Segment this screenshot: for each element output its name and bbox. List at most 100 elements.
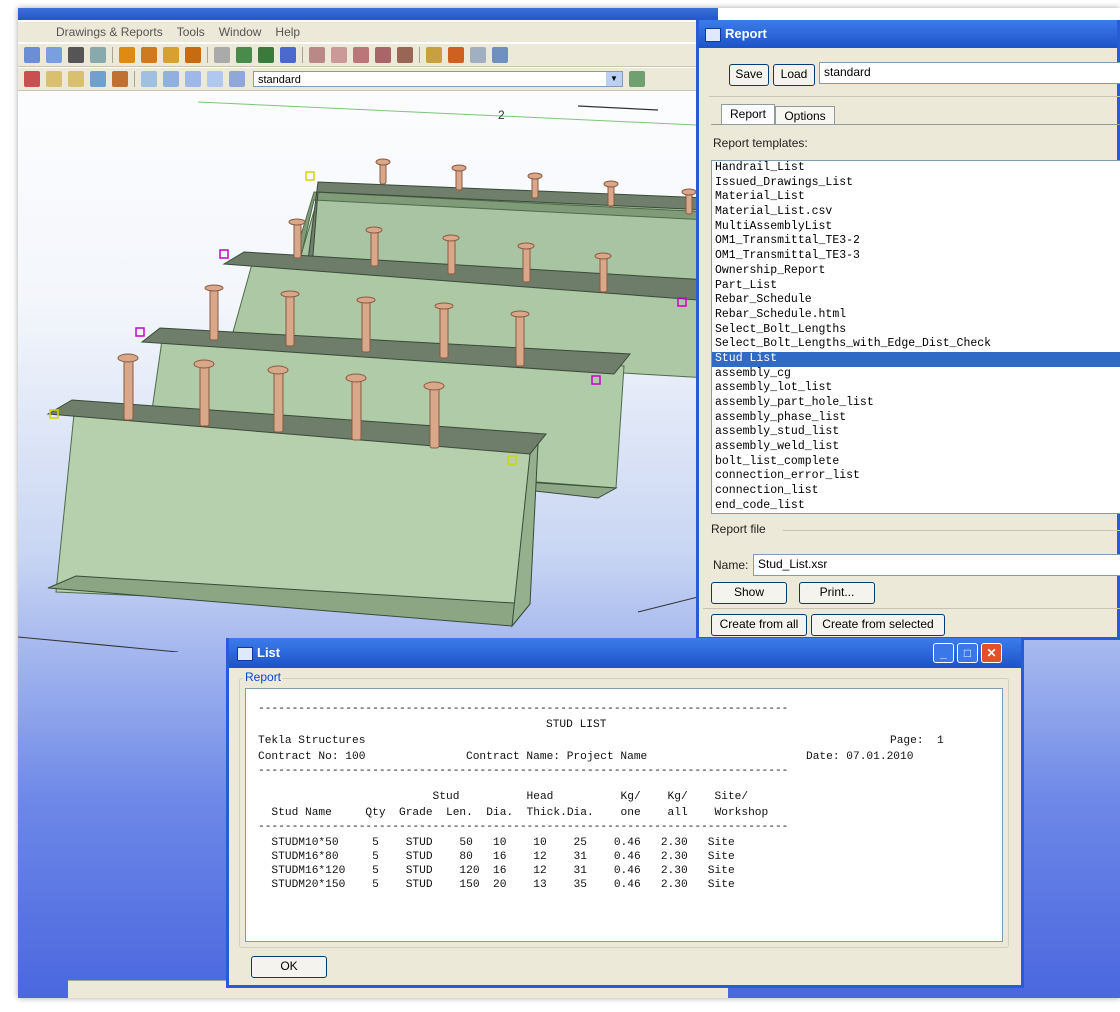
- template-item[interactable]: Part_List: [712, 279, 1120, 294]
- report-output[interactable]: ----------------------------------------…: [245, 688, 1003, 942]
- template-item[interactable]: assembly_part_hole_list: [712, 396, 1120, 411]
- create-from-all-button[interactable]: Create from all: [711, 614, 807, 636]
- template-item[interactable]: Handrail_List: [712, 161, 1120, 176]
- grid-line: [577, 105, 659, 111]
- filter-settings-icon[interactable]: [629, 71, 645, 87]
- template-item[interactable]: Select_Bolt_Lengths_with_Edge_Dist_Check: [712, 337, 1120, 352]
- page-number: Page: 1: [890, 735, 944, 747]
- select-weld-icon[interactable]: [112, 71, 128, 87]
- template-item[interactable]: connection_list: [712, 484, 1120, 499]
- steel-beam[interactable]: [46, 399, 547, 628]
- template-item[interactable]: MultiAssemblyList: [712, 220, 1120, 235]
- settings-name-field[interactable]: standard: [819, 62, 1120, 84]
- template-item[interactable]: assembly_cg: [712, 367, 1120, 382]
- cut-icon[interactable]: [68, 47, 84, 63]
- weld-icon[interactable]: [236, 47, 252, 63]
- beam-icon[interactable]: [119, 47, 135, 63]
- snap-icon[interactable]: [397, 47, 413, 63]
- snap-free-icon[interactable]: [229, 71, 245, 87]
- template-item[interactable]: Rebar_Schedule.html: [712, 308, 1120, 323]
- menu-help[interactable]: Help: [275, 25, 300, 39]
- report-titlebar: Report: [699, 20, 1117, 48]
- template-item[interactable]: connection_error_list: [712, 469, 1120, 484]
- template-item[interactable]: Rebar_Schedule: [712, 293, 1120, 308]
- menu-tools[interactable]: Tools: [177, 25, 205, 39]
- settings-icon[interactable]: [426, 47, 442, 63]
- template-item[interactable]: OM1_Transmittal_TE3-3: [712, 249, 1120, 264]
- dimension-icon[interactable]: [375, 47, 391, 63]
- template-item[interactable]: end_code_list: [712, 499, 1120, 513]
- snap-endpoint-icon[interactable]: [141, 71, 157, 87]
- template-item[interactable]: OM1_Transmittal_TE3-2: [712, 234, 1120, 249]
- maximize-button[interactable]: □: [957, 643, 978, 663]
- drawing-icon[interactable]: [470, 47, 486, 63]
- point-icon[interactable]: [331, 47, 347, 63]
- report-file-name-field[interactable]: Stud_List.xsr: [753, 554, 1120, 576]
- template-item[interactable]: assembly_phase_list: [712, 411, 1120, 426]
- template-item[interactable]: Stud List: [712, 351, 1120, 367]
- open-model-icon[interactable]: [46, 47, 62, 63]
- template-item[interactable]: bolt_list_complete: [712, 455, 1120, 470]
- report-date: Date: 07.01.2010: [806, 751, 914, 763]
- table-row: STUDM10*50 5 STUD 50 10 10 25 0.46 2.30 …: [258, 837, 735, 849]
- numbering-icon[interactable]: [448, 47, 464, 63]
- bolt-icon[interactable]: [258, 47, 274, 63]
- dash-line: ----------------------------------------…: [258, 765, 789, 777]
- selection-filter-value: standard: [258, 74, 301, 86]
- ok-button[interactable]: OK: [251, 956, 327, 978]
- main-toolbar: [18, 44, 718, 67]
- template-item[interactable]: Ownership_Report: [712, 264, 1120, 279]
- close-button[interactable]: ✕: [981, 643, 1002, 663]
- dash-line: ----------------------------------------…: [258, 821, 789, 833]
- new-model-icon[interactable]: [24, 47, 40, 63]
- create-from-selected-button[interactable]: Create from selected: [811, 614, 945, 636]
- report-heading: STUD LIST: [546, 719, 607, 731]
- select-parts-icon[interactable]: [46, 71, 62, 87]
- template-item[interactable]: Material_List.csv: [712, 205, 1120, 220]
- column-icon[interactable]: [141, 47, 157, 63]
- chevron-down-icon[interactable]: ▼: [606, 72, 622, 86]
- menu-drawings-reports[interactable]: Drawings & Reports: [56, 25, 163, 39]
- show-button[interactable]: Show: [711, 582, 787, 604]
- minimize-button[interactable]: _: [933, 643, 954, 663]
- template-item[interactable]: assembly_stud_list: [712, 425, 1120, 440]
- menu-bar: Drawings & Reports Tools Window Help: [18, 22, 718, 42]
- select-all-icon[interactable]: [24, 71, 40, 87]
- report-app-icon: [705, 27, 721, 42]
- select-component-icon[interactable]: [90, 71, 106, 87]
- grid-label: 2: [498, 108, 505, 122]
- template-item[interactable]: Material_List: [712, 190, 1120, 205]
- grid-line: [18, 636, 179, 652]
- component-icon[interactable]: [214, 47, 230, 63]
- selection-filter-combo[interactable]: standard ▼: [253, 71, 623, 87]
- save-button[interactable]: Save: [729, 64, 769, 86]
- template-item[interactable]: assembly_weld_list: [712, 440, 1120, 455]
- snap-intersection-icon[interactable]: [185, 71, 201, 87]
- polybeam-icon[interactable]: [185, 47, 201, 63]
- measure-icon[interactable]: [353, 47, 369, 63]
- dash-line: ----------------------------------------…: [258, 703, 789, 715]
- table-row: STUDM16*120 5 STUD 120 16 12 31 0.46 2.3…: [258, 865, 735, 877]
- report-icon[interactable]: [492, 47, 508, 63]
- template-item[interactable]: Select_Bolt_Lengths: [712, 323, 1120, 338]
- templates-list[interactable]: Handrail_List Issued_Drawings_List Materia…: [711, 160, 1120, 514]
- report-dialog: Report Save Load standard Report Options…: [696, 20, 1120, 640]
- template-item[interactable]: Issued_Drawings_List: [712, 176, 1120, 191]
- snap-midpoint-icon[interactable]: [163, 71, 179, 87]
- print-button[interactable]: Print...: [799, 582, 875, 604]
- model-viewport[interactable]: [18, 92, 718, 652]
- template-item[interactable]: assembly_lot_list: [712, 381, 1120, 396]
- grid-icon[interactable]: [309, 47, 325, 63]
- copy-icon[interactable]: [90, 47, 106, 63]
- load-button[interactable]: Load: [773, 64, 815, 86]
- select-assembly-icon[interactable]: [68, 71, 84, 87]
- company-name: Tekla Structures: [258, 735, 366, 747]
- menu-window[interactable]: Window: [219, 25, 262, 39]
- list-window: List _ □ ✕ Report ----------------------…: [226, 638, 1024, 988]
- snap-perpendicular-icon[interactable]: [207, 71, 223, 87]
- report-group-label: Report: [243, 670, 284, 684]
- query-icon[interactable]: [280, 47, 296, 63]
- tab-report[interactable]: Report: [721, 104, 775, 124]
- tab-options[interactable]: Options: [775, 106, 835, 124]
- plate-icon[interactable]: [163, 47, 179, 63]
